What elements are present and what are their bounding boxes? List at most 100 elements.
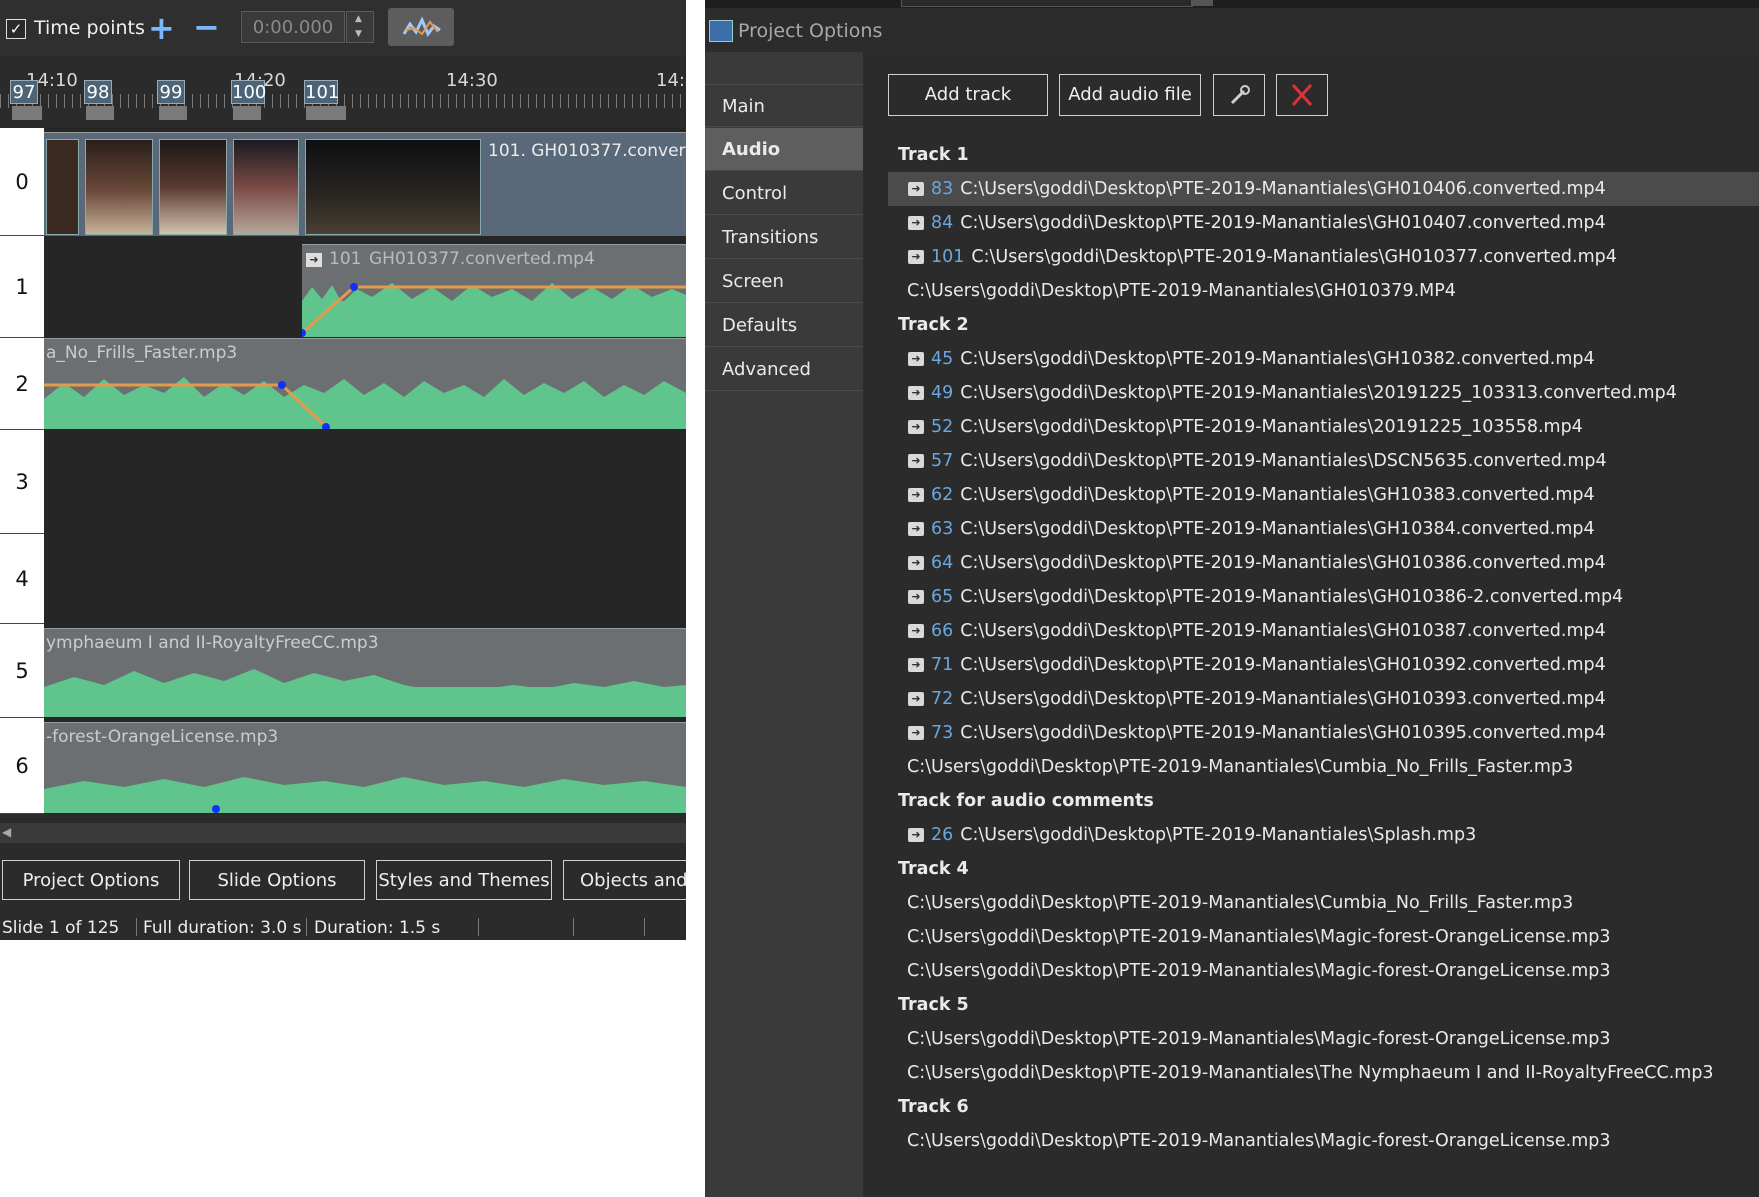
list-item[interactable]: ➜ 83 C:\Users\goddi\Desktop\PTE-2019-Manan… <box>888 172 1759 206</box>
linked-arrow-icon: ➜ <box>908 488 924 502</box>
list-item[interactable]: ➜ 73 C:\Users\goddi\Desktop\PTE-2019-Manan… <box>888 716 1759 750</box>
file-path: C:\Users\goddi\Desktop\PTE-2019-Manantia… <box>960 485 1595 505</box>
file-path: C:\Users\goddi\Desktop\PTE-2019-Manantia… <box>960 825 1477 845</box>
nav-advanced[interactable]: Advanced <box>705 348 863 391</box>
time-points-checkbox[interactable]: ✓ <box>6 19 26 39</box>
project-options-button[interactable]: Project Options <box>2 860 180 900</box>
slide-number: 49 <box>931 383 954 403</box>
waveform-toggle-button[interactable] <box>388 8 454 46</box>
linked-arrow-icon: ➜ <box>908 216 924 230</box>
slide-thumbnail[interactable] <box>46 139 79 235</box>
volume-envelope[interactable] <box>44 339 686 429</box>
list-item[interactable]: ➜ 101 C:\Users\goddi\Desktop\PTE-2019-Mana… <box>888 240 1759 274</box>
slide-number: 72 <box>931 689 954 709</box>
delete-button[interactable] <box>1276 74 1328 116</box>
track-number: 6 <box>0 718 44 814</box>
slide-number: 66 <box>931 621 954 641</box>
slide-marker[interactable]: 97 <box>10 80 38 104</box>
styles-and-themes-button[interactable]: Styles and Themes <box>376 860 552 900</box>
file-path: C:\Users\goddi\Desktop\PTE-2019-Manantia… <box>907 1029 1611 1049</box>
file-path: C:\Users\goddi\Desktop\PTE-2019-Manantia… <box>907 1131 1611 1151</box>
audio-clip-track5[interactable]: ymphaeum I and II-RoyaltyFreeCC.mp3 <box>44 628 686 717</box>
timeline-panel: ✓ Time points + − 0:00.000 ▲ ▼ 14:10 14:… <box>0 0 686 940</box>
track-1: 1 ➜ 101 GH010377.converted.mp4 <box>0 236 686 338</box>
slide-marker[interactable]: 101 <box>304 80 339 104</box>
timeline-toolbar: ✓ Time points + − 0:00.000 ▲ ▼ <box>0 0 686 56</box>
slide-thumbnail[interactable] <box>85 139 153 235</box>
track-header: Track 1 <box>898 145 969 165</box>
timeline-ruler[interactable]: 14:10 14:20 14:30 14:4 97 98 99 100 101 <box>0 56 686 122</box>
linked-arrow-icon: ➜ <box>908 522 924 536</box>
slide-marker[interactable]: 98 <box>84 80 112 104</box>
objects-button[interactable]: Objects and A <box>563 860 686 900</box>
list-item[interactable]: ➜ 64 C:\Users\goddi\Desktop\PTE-2019-Manan… <box>888 546 1759 580</box>
list-item[interactable]: ➜ 62 C:\Users\goddi\Desktop\PTE-2019-Manan… <box>888 478 1759 512</box>
list-item[interactable]: C:\Users\goddi\Desktop\PTE-2019-Manantia… <box>888 954 1759 988</box>
list-item[interactable]: ➜ 49 C:\Users\goddi\Desktop\PTE-2019-Manan… <box>888 376 1759 410</box>
slide-thumbnail[interactable] <box>233 139 299 235</box>
list-item[interactable]: C:\Users\goddi\Desktop\PTE-2019-Manantia… <box>888 886 1759 920</box>
list-item[interactable]: ➜ 26 C:\Users\goddi\Desktop\PTE-2019-Manan… <box>888 818 1759 852</box>
add-track-button[interactable]: Add track <box>888 74 1048 116</box>
audio-clip-track1[interactable]: ➜ 101 GH010377.converted.mp4 <box>302 244 686 337</box>
add-audio-file-button[interactable]: Add audio file <box>1059 74 1201 116</box>
time-spinner[interactable]: ▲ ▼ <box>346 11 374 43</box>
scroll-left-icon[interactable]: ◀ <box>2 825 11 839</box>
list-item[interactable]: C:\Users\goddi\Desktop\PTE-2019-Manantia… <box>888 750 1759 784</box>
horizontal-scrollbar[interactable]: ◀ <box>0 823 686 843</box>
status-separator <box>644 918 645 936</box>
track-header: Track for audio comments <box>898 791 1154 811</box>
spin-down-icon[interactable]: ▼ <box>355 29 362 39</box>
list-item[interactable]: C:\Users\goddi\Desktop\PTE-2019-Manantia… <box>888 274 1759 308</box>
time-points-label: Time points <box>34 17 145 39</box>
add-time-point-icon[interactable]: + <box>148 12 175 44</box>
video-clip-strip[interactable]: 101. GH010377.converte <box>44 132 686 237</box>
slide-marker[interactable]: 100 <box>231 80 266 104</box>
list-item[interactable]: ➜ 63 C:\Users\goddi\Desktop\PTE-2019-Manan… <box>888 512 1759 546</box>
track-number: 5 <box>0 624 44 718</box>
list-item[interactable]: C:\Users\goddi\Desktop\PTE-2019-Manantia… <box>888 1056 1759 1090</box>
edit-button[interactable] <box>1213 74 1265 116</box>
list-item[interactable]: C:\Users\goddi\Desktop\PTE-2019-Manantia… <box>888 1124 1759 1158</box>
nav-transitions[interactable]: Transitions <box>705 216 863 259</box>
time-input[interactable]: 0:00.000 <box>241 11 345 43</box>
list-item[interactable]: ➜ 72 C:\Users\goddi\Desktop\PTE-2019-Manan… <box>888 682 1759 716</box>
list-item[interactable]: ➜ 52 C:\Users\goddi\Desktop\PTE-2019-Manan… <box>888 410 1759 444</box>
nav-main[interactable]: Main <box>705 84 863 127</box>
volume-envelope[interactable] <box>44 723 686 813</box>
file-path: C:\Users\goddi\Desktop\PTE-2019-Manantia… <box>960 553 1606 573</box>
remove-time-point-icon[interactable]: − <box>193 11 220 43</box>
linked-arrow-icon: ➜ <box>908 420 924 434</box>
nav-screen[interactable]: Screen <box>705 260 863 303</box>
spin-up-icon[interactable]: ▲ <box>355 14 362 24</box>
list-item[interactable]: C:\Users\goddi\Desktop\PTE-2019-Manantia… <box>888 1022 1759 1056</box>
slide-thumbnail[interactable] <box>159 139 227 235</box>
linked-arrow-icon: ➜ <box>908 556 924 570</box>
linked-arrow-icon: ➜ <box>908 352 924 366</box>
list-item[interactable]: ➜ 84 C:\Users\goddi\Desktop\PTE-2019-Manan… <box>888 206 1759 240</box>
list-item[interactable]: ➜ 45 C:\Users\goddi\Desktop\PTE-2019-Manan… <box>888 342 1759 376</box>
list-item[interactable]: C:\Users\goddi\Desktop\PTE-2019-Manantia… <box>888 920 1759 954</box>
nav-control[interactable]: Control <box>705 172 863 215</box>
timeline-button-row: Project Options Slide Options Styles and… <box>0 850 686 906</box>
volume-envelope[interactable] <box>302 245 686 337</box>
app-icon <box>709 20 733 42</box>
window-tab-edge <box>901 0 1193 7</box>
file-path: C:\Users\goddi\Desktop\PTE-2019-Manantia… <box>960 349 1595 369</box>
list-item[interactable]: ➜ 66 C:\Users\goddi\Desktop\PTE-2019-Manan… <box>888 614 1759 648</box>
nav-audio[interactable]: Audio <box>705 128 863 171</box>
track-header: Track 2 <box>898 315 969 335</box>
file-path: C:\Users\goddi\Desktop\PTE-2019-Manantia… <box>960 655 1606 675</box>
file-path: C:\Users\goddi\Desktop\PTE-2019-Manantia… <box>907 893 1574 913</box>
slide-options-button[interactable]: Slide Options <box>189 860 365 900</box>
track-header: Track 5 <box>898 995 969 1015</box>
list-item[interactable]: ➜ 65 C:\Users\goddi\Desktop\PTE-2019-Manan… <box>888 580 1759 614</box>
nav-defaults[interactable]: Defaults <box>705 304 863 347</box>
file-path: C:\Users\goddi\Desktop\PTE-2019-Manantia… <box>907 961 1611 981</box>
slide-marker[interactable]: 99 <box>157 80 185 104</box>
audio-clip-track6[interactable]: -forest-OrangeLicense.mp3 <box>44 722 686 813</box>
audio-clip-track2[interactable]: a_No_Frills_Faster.mp3 <box>44 338 686 429</box>
list-item[interactable]: ➜ 57 C:\Users\goddi\Desktop\PTE-2019-Manan… <box>888 444 1759 478</box>
list-item[interactable]: ➜ 71 C:\Users\goddi\Desktop\PTE-2019-Manan… <box>888 648 1759 682</box>
slide-thumbnail[interactable] <box>305 139 481 235</box>
